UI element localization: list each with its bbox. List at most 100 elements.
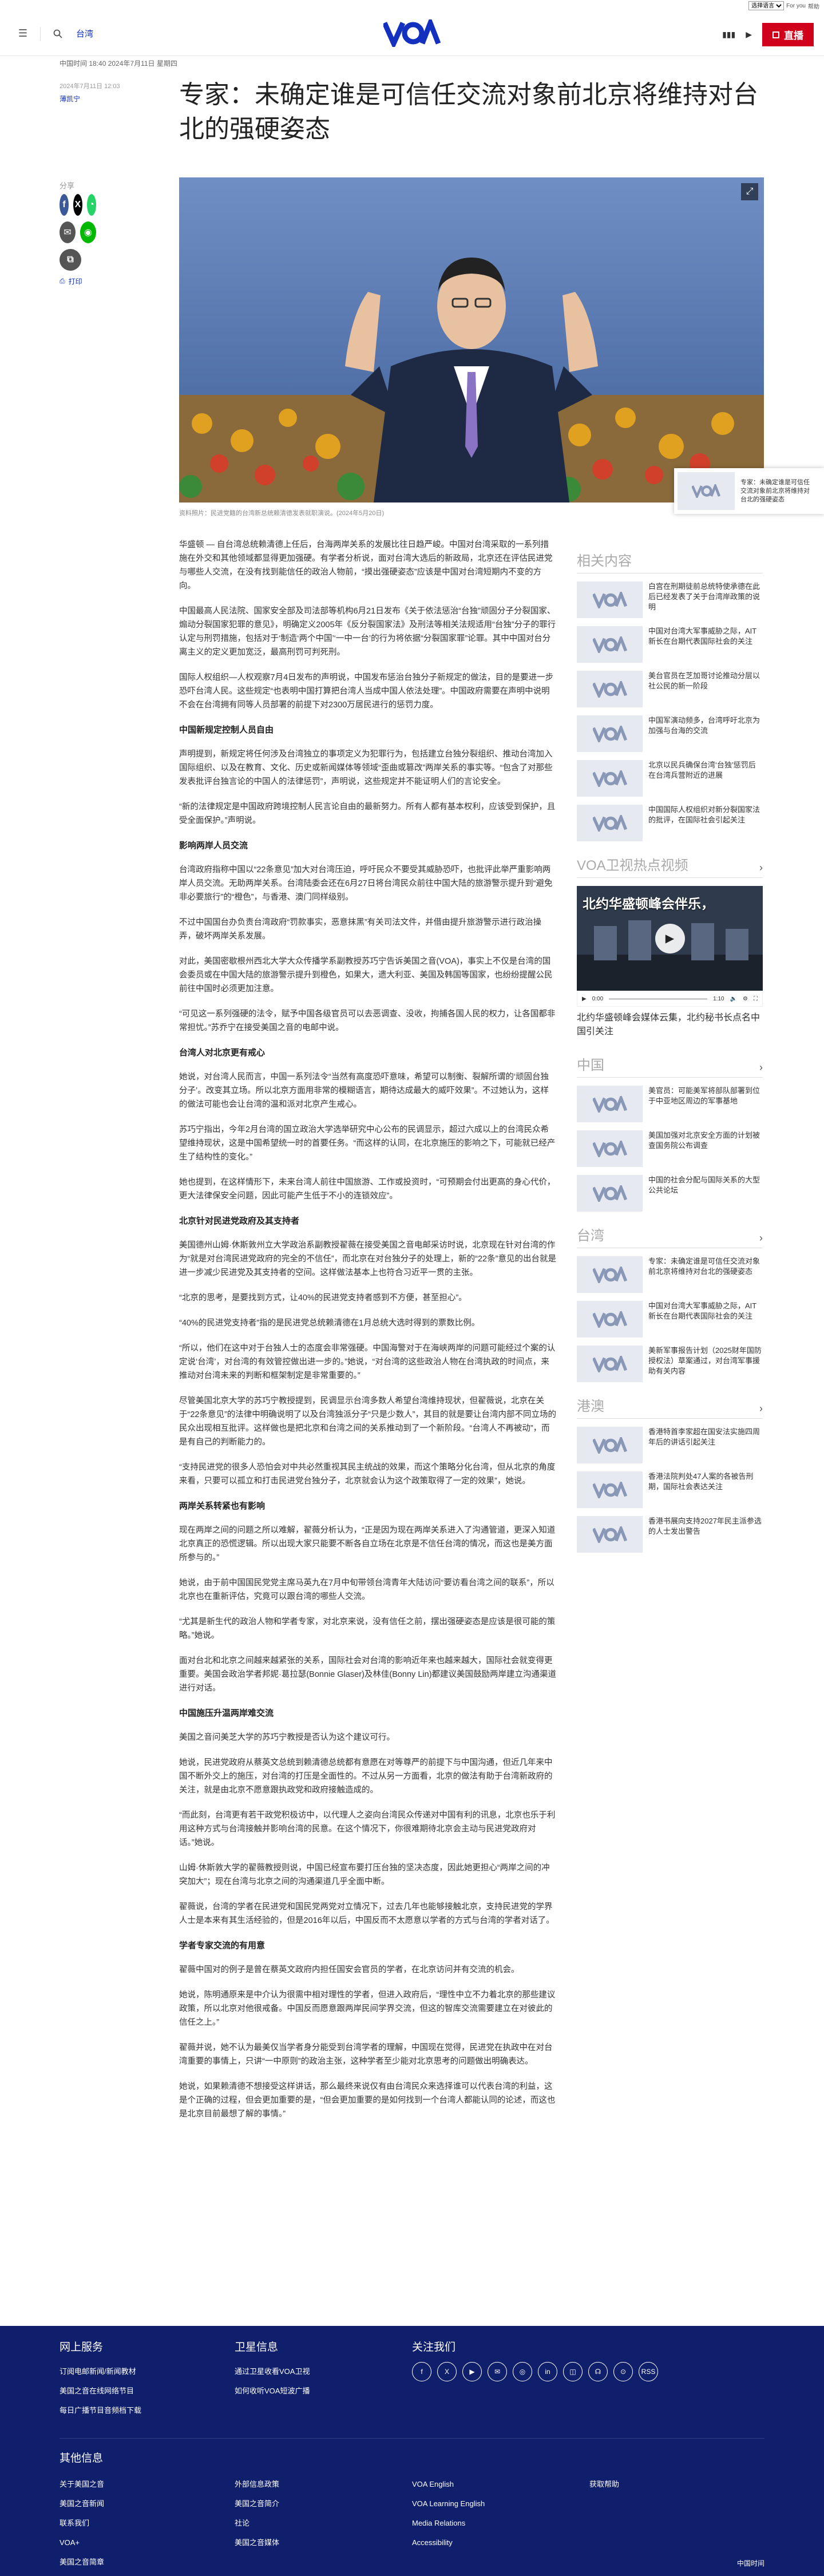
rail-list-item[interactable]: 中国军演动频多，台湾呼吁北京为加强与台海的交流	[577, 715, 763, 752]
rail-item-title: 美官员：可能美军将部队部署到位于中亚地区周边的军事基地	[648, 1086, 760, 1105]
rail-list-item[interactable]: 中国的社会分配与国际关系的大型公共论坛	[577, 1175, 763, 1212]
section-link-taiwan[interactable]: 台湾	[76, 27, 93, 39]
footer-link[interactable]: 外部信息政策	[235, 2475, 279, 2494]
author-link[interactable]: 薄凯宁	[60, 93, 120, 105]
article-paragraph: 她说，对台湾人民而言，中国一系列法令“当然有高度恐吓意味，希望可以制衡、裂解所谓…	[179, 1073, 549, 1109]
rail-list-item[interactable]: 专家：未确定谁是可信任交流对象前北京将维持对台北的强硬姿态	[577, 1256, 763, 1293]
settings-icon[interactable]: ⚙	[743, 996, 748, 1002]
taiwan-heading[interactable]: 台湾 ›	[577, 1224, 763, 1248]
rail-list-item[interactable]: 白宫在刑期徒前总统特使承德在此后已经发表了关于台湾岸政策的说明	[577, 581, 763, 618]
article-paragraph: 她说，民进党政府从蔡英文总统到赖清德总统都有意愿在对等尊严的前提下与中国沟通，但…	[179, 1758, 553, 1795]
social-icon[interactable]: in	[538, 2362, 557, 2381]
search-icon[interactable]	[47, 23, 68, 44]
footer-link[interactable]: VOA+	[60, 2533, 104, 2553]
footer-link[interactable]: 社论	[235, 2514, 279, 2533]
hk-heading[interactable]: 港澳 ›	[577, 1395, 763, 1419]
rail-list-item[interactable]: 中国对台湾大军事威胁之际，AIT新长在台期代表国际社会的关注	[577, 1301, 763, 1338]
voa-logo[interactable]	[383, 19, 441, 47]
play-icon[interactable]: ▶	[655, 923, 685, 953]
social-icon[interactable]: ▶	[462, 2362, 482, 2381]
footer-link[interactable]: VOA Learning English	[412, 2494, 485, 2514]
whatsapp-icon[interactable]: ◔	[87, 194, 96, 216]
footer-link[interactable]: 关于美国之音	[60, 2475, 104, 2494]
copy-link-icon[interactable]: ⧉	[60, 249, 81, 271]
right-rail: 相关内容 白宫在刑期徒前总统特使承德在此后已经发表了关于台湾岸政策的说明 中国对台…	[577, 549, 763, 1561]
rail-item-title: 中国军演动频多，台湾呼吁北京为加强与台海的交流	[648, 716, 760, 735]
expand-icon[interactable]: ⤢	[741, 183, 758, 200]
social-icon[interactable]: ⊙	[613, 2362, 633, 2381]
social-icon[interactable]: f	[412, 2362, 431, 2381]
article-subheading: 中国施压升温两岸难交流	[179, 1708, 274, 1718]
video-progress[interactable]	[609, 998, 708, 1000]
chevron-right-icon: ›	[759, 1232, 763, 1244]
rail-list-item[interactable]: 美官员：可能美军将部队部署到位于中亚地区周边的军事基地	[577, 1086, 763, 1122]
help-link[interactable]: 帮助	[808, 2, 819, 10]
live-button[interactable]: 直播	[762, 23, 814, 46]
hero-image[interactable]: ⤢	[179, 177, 764, 502]
article-paragraph: “新的法律规定是中国政府跨境控制人民言论自由的最新努力。所有人都有基本权利，应该…	[179, 802, 556, 825]
footer-link[interactable]: 通过卫星收看VOA卫视	[235, 2362, 310, 2381]
rail-list-item[interactable]: 北京以民兵确保台湾‘台独’惩罚后在台湾兵营附近的进展	[577, 760, 763, 797]
volume-icon[interactable]: 🔈	[730, 996, 737, 1002]
social-icon[interactable]: ☊	[588, 2362, 608, 2381]
rail-list-item[interactable]: 美新军事报告计划（2025财年国防授权法）草案通过，对台湾军事援助有关内容	[577, 1346, 763, 1382]
for-you-link[interactable]: For you	[786, 3, 806, 9]
sticky-thumb	[678, 472, 735, 510]
play-small-icon[interactable]: ▶	[582, 996, 587, 1002]
rail-item-title: 北京以民兵确保台湾‘台独’惩罚后在台湾兵营附近的进展	[648, 761, 756, 779]
menu-icon[interactable]: ☰	[13, 23, 33, 44]
footer-link[interactable]: 联系我们	[60, 2514, 104, 2533]
footer-link[interactable]: 每日广播节目音频档下载	[60, 2401, 141, 2420]
article-paragraph: 现在两岸之间的问题之所以难解，翟薇分析认为，“正是因为现在两岸关系进入了沟通管道…	[179, 1526, 556, 1562]
fullscreen-icon[interactable]: ⛶	[754, 996, 758, 1002]
video-player[interactable]: 北约华盛顿峰会伴乐， ▶	[577, 886, 763, 991]
x-icon[interactable]: X	[73, 194, 82, 216]
video-icon[interactable]: ▶	[746, 30, 752, 39]
rail-list-item[interactable]: 中国对台湾大军事威胁之际，AIT新长在台期代表国际社会的关注	[577, 626, 763, 663]
rail-list-item[interactable]: 美台官员在芝加哥讨论推动分层以社公民的新一阶段	[577, 671, 763, 707]
footer-link[interactable]: 美国之音在线网络节目	[60, 2381, 141, 2401]
rail-list-item[interactable]: 美国加强对北京安全方面的计划被查国务院公布调查	[577, 1130, 763, 1167]
footer-link[interactable]: 如何收听VOA短波广播	[235, 2381, 310, 2401]
footer-link[interactable]: 获取帮助	[589, 2475, 619, 2494]
footer-link[interactable]: 美国之音简介	[235, 2494, 279, 2514]
rail-list-item[interactable]: 中国国际人权组织对新分裂国家法的批评，在国际社会引起关注	[577, 805, 763, 841]
footer-link[interactable]: 美国之音新闻	[60, 2494, 104, 2514]
social-icon[interactable]: ◫	[563, 2362, 583, 2381]
language-select[interactable]: 选择语言	[748, 1, 785, 10]
article-paragraph: “支持民进党的很多人恐怕会对中共必然重视其民主统战的效果，而这个策略分化台湾，但…	[179, 1463, 556, 1486]
video-controls: ▶ 0:00 1:10 🔈 ⚙ ⛶	[577, 991, 763, 1007]
footer-link[interactable]: 美国之音媒体	[235, 2533, 279, 2553]
social-icon[interactable]: ✉	[488, 2362, 507, 2381]
footer-link[interactable]: Media Relations	[412, 2514, 485, 2533]
print-icon: ⎙	[60, 277, 65, 285]
rail-list-item[interactable]: 香港书展向支持2027年民主派参选的人士发出警告	[577, 1516, 763, 1553]
article-paragraph: 台湾政府指称中国以“22条意见”加大对台湾压迫，呼吁民众不要受其威胁恐吓，也批评…	[179, 865, 553, 902]
footer-link[interactable]: Accessibility	[412, 2533, 485, 2553]
footer-link[interactable]: VOA English	[412, 2475, 485, 2494]
rail-thumbnail	[577, 671, 643, 707]
print-button[interactable]: ⎙ 打印	[60, 276, 96, 286]
rail-list-item[interactable]: 香港法院判处47人案的各被告刑期，国际社会表达关注	[577, 1471, 763, 1508]
china-heading[interactable]: 中国 ›	[577, 1054, 763, 1078]
footer-link[interactable]: 订阅电邮新闻/新闻教材	[60, 2362, 141, 2381]
social-icon[interactable]: ◎	[513, 2362, 532, 2381]
footer-other-column: 获取帮助	[589, 2475, 619, 2494]
social-icon[interactable]: X	[437, 2362, 457, 2381]
sticky-now-reading[interactable]: 专家：未确定谁是可信任交流对象前北京将维持对台北的强硬姿态	[674, 468, 824, 514]
article-paragraph: 她也提到，在这样情形下，未来台湾人前往中国旅游、工作或投资时，“可预期会付出更高…	[179, 1178, 556, 1201]
email-icon[interactable]: ✉	[60, 221, 76, 243]
video-heading[interactable]: VOA卫视热点视频 ›	[577, 854, 763, 878]
audio-icon[interactable]: ▮▮▮	[722, 30, 735, 39]
line-icon[interactable]: ◉	[80, 221, 96, 243]
rail-item-title: 中国对台湾大军事威胁之际，AIT新长在台期代表国际社会的关注	[648, 627, 757, 646]
facebook-icon[interactable]: f	[60, 194, 69, 216]
social-icon[interactable]: RSS	[639, 2362, 658, 2381]
rail-list-item[interactable]: 香港特首李家超在国安法实施四周年后的讲话引起关注	[577, 1427, 763, 1463]
footer-link[interactable]: 美国之音简章	[60, 2553, 104, 2572]
article-paragraph: 她说，由于前中国国民党党主席马英九在7月中旬带领台湾青年大陆访问“要访看台湾之间…	[179, 1578, 554, 1601]
rail-thumbnail	[577, 1086, 643, 1122]
chevron-right-icon: ›	[759, 1403, 763, 1414]
video-title[interactable]: 北约华盛顿峰会媒体云集，北约秘书长点名中国引关注	[577, 1011, 763, 1039]
article-subheading: 两岸关系转紧也有影响	[179, 1501, 266, 1511]
